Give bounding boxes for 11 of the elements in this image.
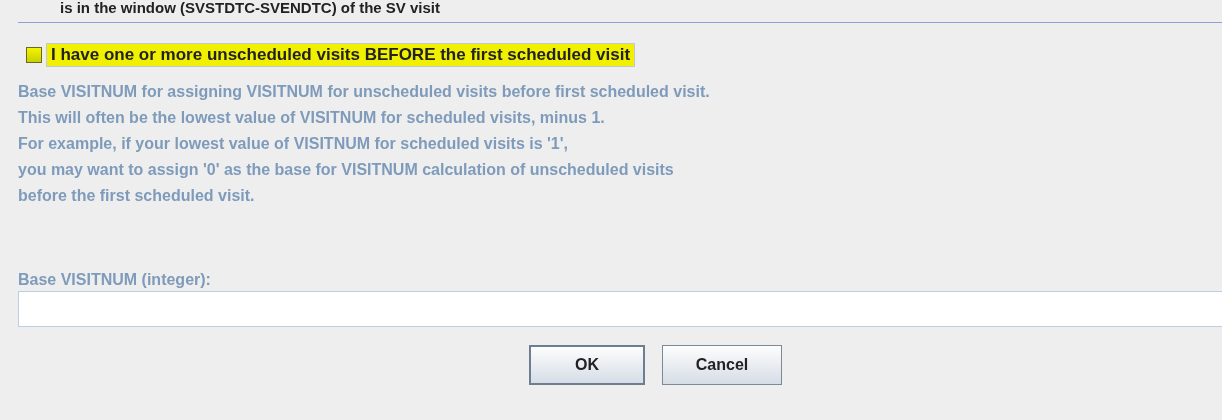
instruction-text: is in the window (SVSTDTC-SVENDTC) of the SV visit [59,0,442,16]
description-text: you may want to assign '0' as the base for VISITNUM calculation of unscheduled visits [18,160,675,180]
description-text: For example, if your lowest value of VISITNUM for scheduled visits is '1', [18,134,569,154]
description-text: Base VISITNUM for assigning VISITNUM for unscheduled visits before first scheduled visit. [18,82,711,102]
dialog-button[interactable]: OK [529,345,645,385]
dialog-button[interactable]: Cancel [662,345,782,385]
checkbox[interactable] [26,47,42,63]
field-label: Base VISITNUM (integer): [18,271,212,289]
description-text: This will often be the lowest value of VISITNUM for scheduled visits, minus 1. [18,108,606,128]
checkbox-label[interactable]: I have one or more unscheduled visits BEFORE the first scheduled visit [46,43,636,67]
description-text: before the first scheduled visit. [18,186,256,206]
